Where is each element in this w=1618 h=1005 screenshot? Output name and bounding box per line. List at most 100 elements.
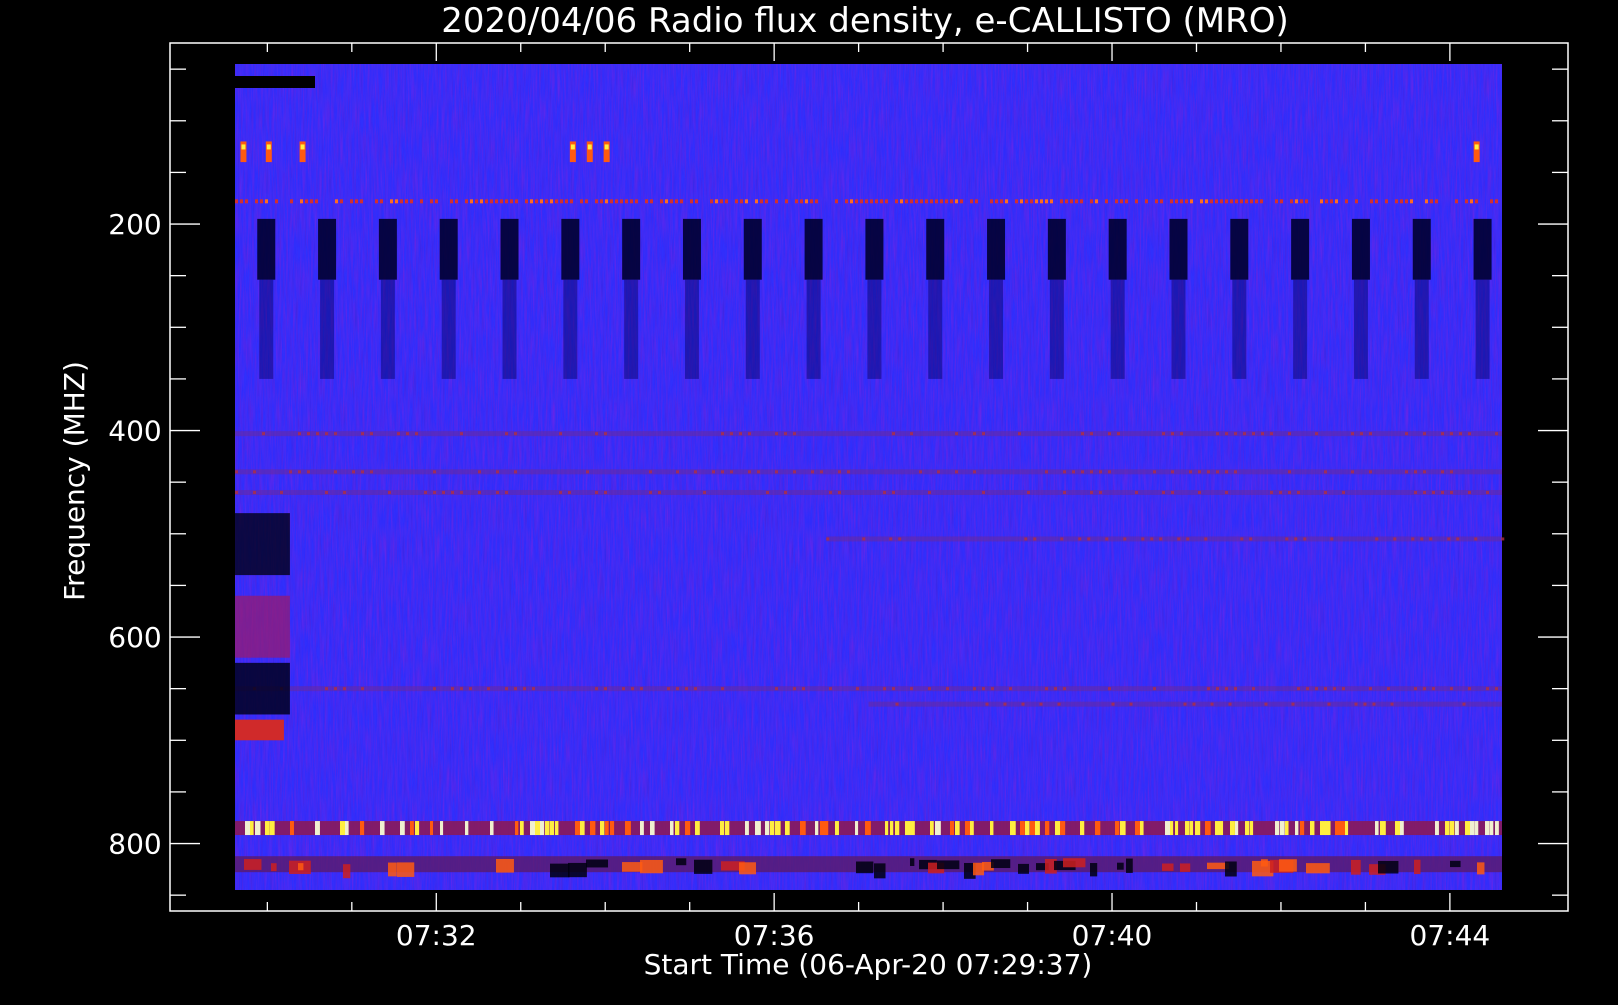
- band-dot: [1330, 199, 1333, 204]
- band-patch: [586, 859, 609, 868]
- band-dot: [1385, 199, 1388, 204]
- band-patch: [388, 862, 397, 877]
- band-dot: [405, 199, 408, 204]
- band-dot: [335, 199, 338, 204]
- dark-stripe: [257, 218, 276, 280]
- band-dot: [660, 199, 663, 204]
- band-patch: [1063, 858, 1086, 868]
- band-speck: [460, 432, 463, 436]
- band-dot: [1495, 199, 1498, 204]
- band-dot: [580, 199, 583, 204]
- band-spike: [1475, 821, 1479, 836]
- band-spike: [1450, 821, 1455, 836]
- band-speck: [1234, 687, 1237, 691]
- band-speck: [1153, 687, 1156, 691]
- band-spike: [290, 821, 294, 836]
- band-speck: [496, 470, 499, 474]
- band-spike: [520, 821, 524, 836]
- band-patch: [496, 858, 514, 873]
- band-speck: [1183, 702, 1187, 706]
- band-dot: [945, 199, 948, 204]
- band-spike: [640, 821, 644, 836]
- feature-horizontal-band: [235, 821, 1502, 836]
- band-speck: [1501, 537, 1505, 541]
- band-patch: [856, 861, 874, 874]
- band-dot: [630, 199, 633, 204]
- band-speck: [1234, 432, 1237, 436]
- band-speck: [1414, 687, 1417, 691]
- band-patch: [640, 859, 663, 874]
- band-spike: [1170, 821, 1174, 836]
- band-speck: [514, 432, 517, 436]
- band-dot: [605, 199, 608, 204]
- band-spike: [270, 821, 275, 836]
- dark-stripe: [1473, 218, 1492, 280]
- band-dot: [1030, 199, 1033, 204]
- band-speck: [1090, 490, 1093, 494]
- band-dot: [255, 199, 258, 204]
- band-spike: [1295, 821, 1299, 836]
- band-speck: [235, 490, 238, 494]
- band-speck: [883, 687, 886, 691]
- band-speck: [793, 470, 796, 474]
- band-speck: [559, 432, 562, 436]
- band-dot: [455, 199, 458, 204]
- band-patch: [1180, 863, 1191, 872]
- band-spike: [1245, 821, 1250, 836]
- band-speck: [478, 490, 481, 494]
- band-speck: [289, 470, 292, 474]
- band-spike: [625, 821, 631, 836]
- band-spike: [770, 821, 775, 836]
- band-dot: [610, 199, 613, 204]
- band-dot: [1135, 199, 1138, 204]
- burst-core: [266, 144, 271, 150]
- band-dot: [400, 199, 403, 204]
- dark-stripe: [1047, 218, 1066, 280]
- band-dot: [1185, 199, 1188, 204]
- dark-stripe-tail: [441, 279, 456, 379]
- band-speck: [586, 470, 589, 474]
- dark-stripe: [378, 218, 397, 280]
- band-speck: [955, 470, 958, 474]
- band-dot: [765, 199, 768, 204]
- dark-stripe-tail: [867, 279, 882, 379]
- band-speck: [1354, 702, 1358, 706]
- band-dot: [390, 199, 393, 204]
- band-dot: [1320, 199, 1323, 204]
- band-spike: [650, 821, 655, 836]
- band-speck: [730, 432, 733, 436]
- burst-core: [241, 144, 246, 150]
- dark-stripe: [804, 218, 823, 280]
- band-spike: [415, 821, 420, 836]
- band-dot: [490, 199, 493, 204]
- band-speck: [1063, 490, 1066, 494]
- band-speck: [433, 490, 436, 494]
- band-spike: [265, 821, 270, 836]
- band-dot: [1060, 199, 1063, 204]
- band-dot: [735, 199, 738, 204]
- band-dot: [710, 199, 713, 204]
- band-speck: [1198, 470, 1201, 474]
- band-speck: [433, 687, 436, 691]
- band-dot: [970, 199, 973, 204]
- band-dot: [1400, 199, 1403, 204]
- band-speck: [1090, 470, 1093, 474]
- band-dot: [1425, 199, 1428, 204]
- band-spike: [1055, 821, 1061, 836]
- band-dot: [275, 199, 278, 204]
- band-speck: [1429, 537, 1433, 541]
- band-dot: [805, 199, 808, 204]
- band-speck: [820, 470, 823, 474]
- interference-red: [235, 719, 284, 741]
- band-speck: [1270, 432, 1273, 436]
- band-speck: [892, 687, 895, 691]
- band-speck: [775, 470, 778, 474]
- band-spike: [1185, 821, 1190, 836]
- band-patch: [568, 862, 587, 878]
- band-speck: [1198, 490, 1201, 494]
- band-dot: [815, 199, 818, 204]
- band-speck: [1141, 537, 1145, 541]
- band-spike: [255, 821, 261, 836]
- band-speck: [1423, 687, 1426, 691]
- band-speck: [1324, 470, 1327, 474]
